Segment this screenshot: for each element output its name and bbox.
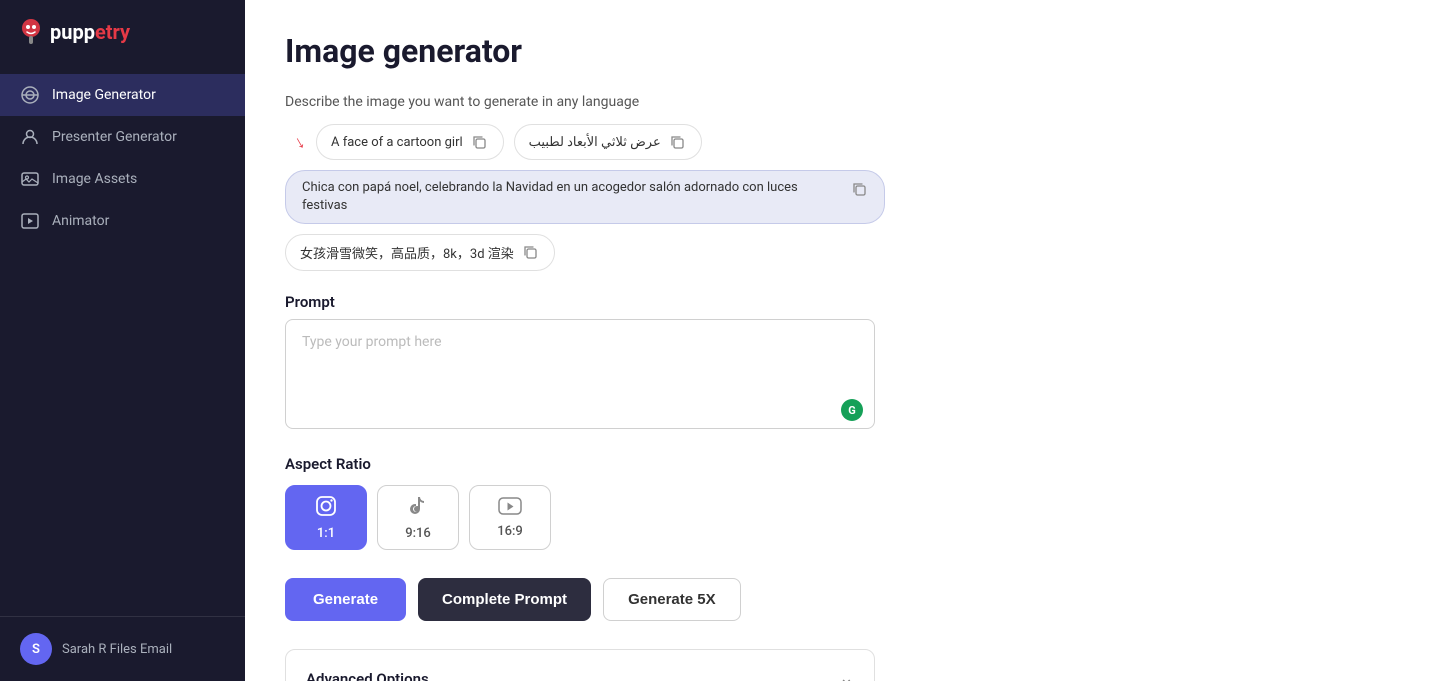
logo: puppetry bbox=[0, 0, 245, 66]
sidebar-item-image-assets[interactable]: Image Assets bbox=[0, 158, 245, 200]
suggestion-chip-2[interactable]: عرض ثلاثي الأبعاد لطبيب bbox=[514, 124, 702, 160]
aspect-option-1-1-label: 1:1 bbox=[317, 526, 335, 541]
aspect-option-16-9-label: 16:9 bbox=[497, 524, 523, 539]
suggestions-group: ↓ A face of a cartoon girl عرض ثلاثي الأ… bbox=[295, 124, 702, 160]
sidebar-nav: Image Generator Presenter Generator Imag… bbox=[0, 66, 245, 616]
suggestion-long-chip[interactable]: Chica con papá noel, celebrando la Navid… bbox=[285, 170, 885, 224]
action-buttons: Generate Complete Prompt Generate 5X bbox=[285, 578, 1390, 621]
instagram-icon bbox=[315, 495, 337, 522]
copy-chip-2-icon[interactable] bbox=[669, 133, 687, 151]
chip-1-text: A face of a cartoon girl bbox=[331, 135, 463, 150]
image-generator-icon bbox=[20, 85, 40, 105]
advanced-options-label: Advanced Options bbox=[306, 670, 429, 681]
tiktok-icon bbox=[407, 495, 429, 522]
suggestion-long-row: Chica con papá noel, celebrando la Navid… bbox=[285, 170, 1390, 224]
advanced-options-section[interactable]: Advanced Options ⌄ bbox=[285, 649, 875, 681]
presenter-generator-icon bbox=[20, 127, 40, 147]
youtube-icon bbox=[498, 496, 522, 520]
chip-2-text: عرض ثلاثي الأبعاد لطبيب bbox=[529, 135, 661, 150]
sidebar: puppetry Image Generator Presenter Gener… bbox=[0, 0, 245, 681]
copy-chip-1-icon[interactable] bbox=[471, 133, 489, 151]
prompt-section: Prompt G bbox=[285, 293, 1390, 433]
aspect-ratio-section: Aspect Ratio 1:1 bbox=[285, 455, 1390, 550]
prompt-textarea[interactable] bbox=[285, 319, 875, 429]
suggestions-row-1: ↓ A face of a cartoon girl عرض ثلاثي الأ… bbox=[285, 124, 1390, 160]
image-assets-icon bbox=[20, 169, 40, 189]
sidebar-item-image-assets-label: Image Assets bbox=[52, 171, 137, 187]
page-title: Image generator bbox=[285, 32, 1390, 70]
aspect-ratio-label: Aspect Ratio bbox=[285, 455, 1390, 473]
suggestion-chinese-chip[interactable]: 女孩滑雪微笑，高品质，8k，3d 渲染 bbox=[285, 234, 555, 271]
sidebar-item-image-generator-label: Image Generator bbox=[52, 87, 156, 103]
suggestion-chinese-row: 女孩滑雪微笑，高品质，8k，3d 渲染 bbox=[285, 234, 1390, 271]
aspect-option-1-1[interactable]: 1:1 bbox=[285, 485, 367, 550]
aspect-option-9-16-label: 9:16 bbox=[405, 526, 431, 541]
suggestion-long-text: Chica con papá noel, celebrando la Navid… bbox=[302, 179, 838, 215]
logo-icon bbox=[20, 18, 42, 46]
sidebar-item-presenter-generator-label: Presenter Generator bbox=[52, 129, 177, 145]
user-name: Sarah R Files Email bbox=[62, 642, 172, 657]
sidebar-item-presenter-generator[interactable]: Presenter Generator bbox=[0, 116, 245, 158]
red-arrow-indicator: ↓ bbox=[290, 131, 308, 154]
sidebar-item-image-generator[interactable]: Image Generator bbox=[0, 74, 245, 116]
suggestion-chinese-text: 女孩滑雪微笑，高品质，8k，3d 渲染 bbox=[300, 243, 514, 262]
description-label: Describe the image you want to generate … bbox=[285, 94, 1390, 110]
generate-button[interactable]: Generate bbox=[285, 578, 406, 621]
aspect-option-16-9[interactable]: 16:9 bbox=[469, 485, 551, 550]
prompt-wrapper: G bbox=[285, 319, 875, 433]
chevron-down-icon: ⌄ bbox=[839, 668, 854, 681]
copy-chinese-chip-icon[interactable] bbox=[522, 244, 540, 262]
animator-icon bbox=[20, 211, 40, 231]
sidebar-footer: S Sarah R Files Email bbox=[0, 616, 245, 681]
avatar: S bbox=[20, 633, 52, 665]
copy-long-chip-icon[interactable] bbox=[850, 180, 868, 198]
sidebar-item-animator[interactable]: Animator bbox=[0, 200, 245, 242]
aspect-option-9-16[interactable]: 9:16 bbox=[377, 485, 459, 550]
complete-prompt-button[interactable]: Complete Prompt bbox=[418, 578, 591, 621]
generate-5x-button[interactable]: Generate 5X bbox=[603, 578, 741, 621]
suggestion-chip-1[interactable]: A face of a cartoon girl bbox=[316, 124, 504, 160]
main-content: Image generator Describe the image you w… bbox=[245, 0, 1430, 681]
logo-text: puppetry bbox=[50, 20, 130, 44]
sidebar-item-animator-label: Animator bbox=[52, 213, 109, 229]
aspect-options: 1:1 9:16 16:9 bbox=[285, 485, 1390, 550]
prompt-label: Prompt bbox=[285, 293, 1390, 311]
